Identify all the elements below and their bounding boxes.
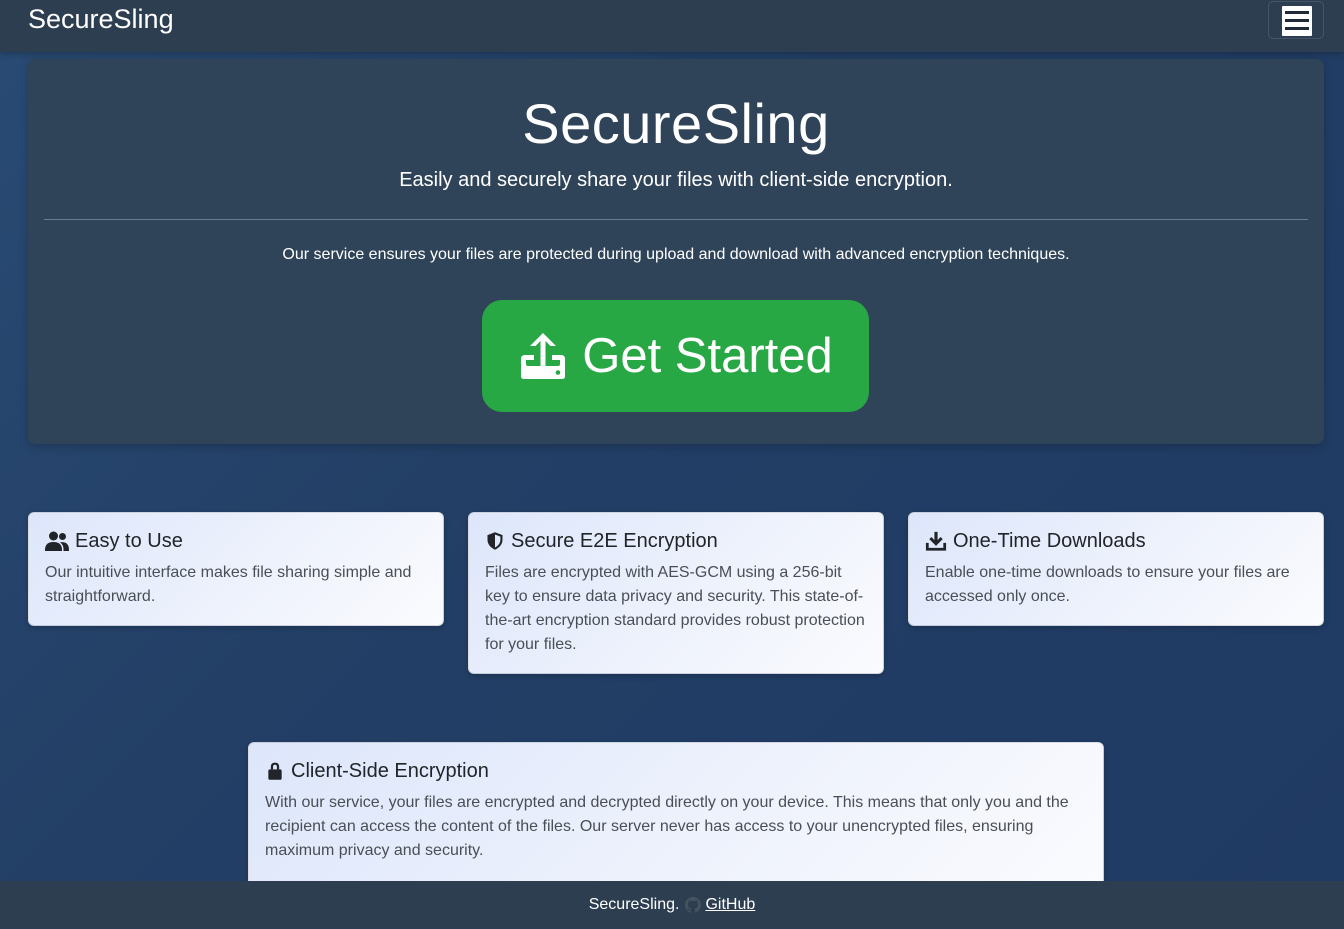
feature-title: Easy to Use [75,529,183,552]
github-icon [685,897,702,913]
download-icon [925,531,947,551]
hero-divider [44,219,1308,220]
feature-card-one-time-downloads: One-Time Downloads Enable one-time downl… [908,512,1324,626]
feature-title: One-Time Downloads [953,529,1146,552]
feature-card-client-side-encryption: Client-Side Encryption With our service,… [248,742,1104,892]
footer: SecureSling. GitHub [0,881,1344,929]
feature-text: Our intuitive interface makes file shari… [45,564,412,605]
get-started-label: Get Started [582,329,833,383]
hero-panel: SecureSling Easily and securely share yo… [28,59,1324,444]
feature-title: Client-Side Encryption [291,759,489,782]
users-icon [45,531,69,551]
feature-card-easy-to-use: Easy to Use Our intuitive interface make… [28,512,444,626]
feature-text: Enable one-time downloads to ensure your… [925,564,1290,605]
hamburger-menu-icon [1282,6,1312,36]
feature-card-secure-e2e: Secure E2E Encryption Files are encrypte… [468,512,884,674]
shield-icon [487,532,503,550]
hero-title: SecureSling [522,92,830,155]
footer-text: SecureSling. [588,896,680,913]
upload-icon [521,333,566,379]
github-link[interactable]: GitHub [705,896,755,914]
navbar-brand[interactable]: SecureSling [28,4,174,35]
navbar-toggle-button[interactable] [1268,1,1324,39]
get-started-button[interactable]: Get Started [482,300,869,412]
feature-text: Files are encrypted with AES-GCM using a… [485,564,865,653]
feature-title: Secure E2E Encryption [511,529,718,552]
hero-description: Our service ensures your files are prote… [282,246,1070,263]
navbar: SecureSling [0,0,1344,52]
hero-lead: Easily and securely share your files wit… [399,169,953,191]
feature-text: With our service, your files are encrypt… [265,794,1069,859]
lock-icon [268,762,282,780]
